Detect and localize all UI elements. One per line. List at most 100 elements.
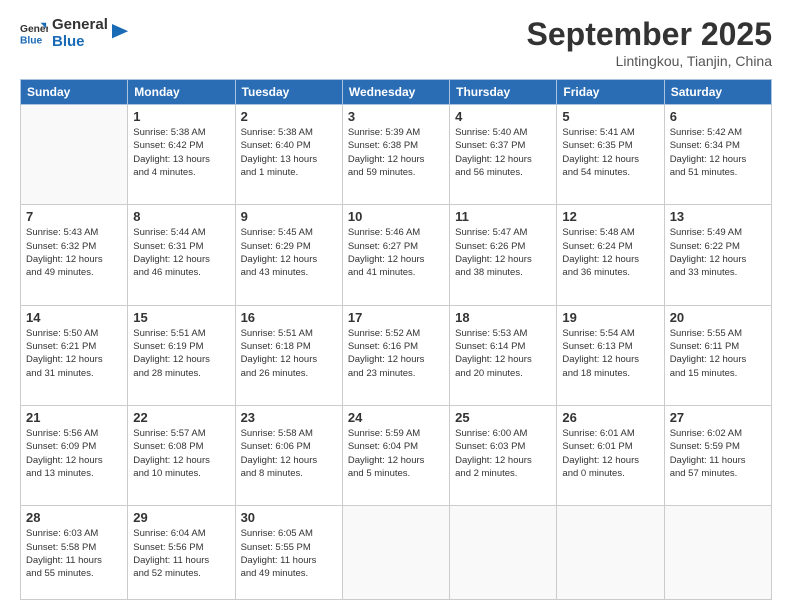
day-number: 7 <box>26 209 122 224</box>
day-number: 5 <box>562 109 658 124</box>
day-number: 23 <box>241 410 337 425</box>
day-number: 1 <box>133 109 229 124</box>
day-info: Sunrise: 5:59 AM Sunset: 6:04 PM Dayligh… <box>348 427 444 480</box>
day-info: Sunrise: 5:44 AM Sunset: 6:31 PM Dayligh… <box>133 226 229 279</box>
table-row: 11Sunrise: 5:47 AM Sunset: 6:26 PM Dayli… <box>450 205 557 305</box>
table-row: 27Sunrise: 6:02 AM Sunset: 5:59 PM Dayli… <box>664 406 771 506</box>
day-info: Sunrise: 5:38 AM Sunset: 6:40 PM Dayligh… <box>241 126 337 179</box>
page: General Blue General Blue September 2025… <box>0 0 792 612</box>
table-row: 17 Sunrise: 5:52 AM Sunset: 6:16 PM Dayli… <box>342 305 449 405</box>
day-info: Sunrise: 5:42 AM Sunset: 6:34 PM Dayligh… <box>670 126 766 179</box>
table-row: 19Sunrise: 5:54 AM Sunset: 6:13 PM Dayli… <box>557 305 664 405</box>
table-row: 10Sunrise: 5:46 AM Sunset: 6:27 PM Dayli… <box>342 205 449 305</box>
day-number: 14 <box>26 310 122 325</box>
day-number: 8 <box>133 209 229 224</box>
table-row: 3Sunrise: 5:39 AM Sunset: 6:38 PM Daylig… <box>342 105 449 205</box>
day-info: Sunrise: 5:51 AM Sunset: 6:19 PM Dayligh… <box>133 327 229 380</box>
day-number: 15 <box>133 310 229 325</box>
day-info: Sunrise: 5:52 AM Sunset: 6:16 PM Dayligh… <box>348 327 444 380</box>
table-row: 25Sunrise: 6:00 AM Sunset: 6:03 PM Dayli… <box>450 406 557 506</box>
day-number: 2 <box>241 109 337 124</box>
day-info: Sunrise: 5:40 AM Sunset: 6:37 PM Dayligh… <box>455 126 551 179</box>
day-number: 17 <box>348 310 444 325</box>
main-title: September 2025 <box>527 16 772 53</box>
table-row <box>21 105 128 205</box>
table-row: 1 Sunrise: 5:38 AM Sunset: 6:42 PM Daylig… <box>128 105 235 205</box>
day-info: Sunrise: 5:38 AM Sunset: 6:42 PM Dayligh… <box>133 126 229 179</box>
table-row: 7 Sunrise: 5:43 AM Sunset: 6:32 PM Daylig… <box>21 205 128 305</box>
table-row <box>342 506 449 600</box>
table-row: 22 Sunrise: 5:57 AM Sunset: 6:08 PM Dayli… <box>128 406 235 506</box>
day-info: Sunrise: 5:58 AM Sunset: 6:06 PM Dayligh… <box>241 427 337 480</box>
day-number: 6 <box>670 109 766 124</box>
logo-blue: Blue <box>52 33 108 50</box>
table-row: 26 Sunrise: 6:01 AM Sunset: 6:01 PM Dayli… <box>557 406 664 506</box>
day-number: 9 <box>241 209 337 224</box>
day-number: 22 <box>133 410 229 425</box>
table-row: 8 Sunrise: 5:44 AM Sunset: 6:31 PM Daylig… <box>128 205 235 305</box>
table-row: 5 Sunrise: 5:41 AM Sunset: 6:35 PM Daylig… <box>557 105 664 205</box>
day-number: 18 <box>455 310 551 325</box>
day-number: 10 <box>348 209 444 224</box>
day-info: Sunrise: 5:50 AM Sunset: 6:21 PM Dayligh… <box>26 327 122 380</box>
day-info: Sunrise: 5:51 AM Sunset: 6:18 PM Dayligh… <box>241 327 337 380</box>
day-number: 24 <box>348 410 444 425</box>
table-row <box>557 506 664 600</box>
day-info: Sunrise: 5:45 AM Sunset: 6:29 PM Dayligh… <box>241 226 337 279</box>
table-row: 23 Sunrise: 5:58 AM Sunset: 6:06 PM Dayli… <box>235 406 342 506</box>
day-info: Sunrise: 5:49 AM Sunset: 6:22 PM Dayligh… <box>670 226 766 279</box>
day-number: 29 <box>133 510 229 525</box>
day-number: 13 <box>670 209 766 224</box>
table-row: 18 Sunrise: 5:53 AM Sunset: 6:14 PM Dayli… <box>450 305 557 405</box>
table-row: 20 Sunrise: 5:55 AM Sunset: 6:11 PM Dayli… <box>664 305 771 405</box>
day-number: 11 <box>455 209 551 224</box>
day-info: Sunrise: 6:04 AM Sunset: 5:56 PM Dayligh… <box>133 527 229 580</box>
table-row <box>450 506 557 600</box>
table-row: 15 Sunrise: 5:51 AM Sunset: 6:19 PM Dayli… <box>128 305 235 405</box>
table-row: 12Sunrise: 5:48 AM Sunset: 6:24 PM Dayli… <box>557 205 664 305</box>
table-row: 29 Sunrise: 6:04 AM Sunset: 5:56 PM Dayli… <box>128 506 235 600</box>
day-info: Sunrise: 5:41 AM Sunset: 6:35 PM Dayligh… <box>562 126 658 179</box>
calendar-week-row: 28 Sunrise: 6:03 AM Sunset: 5:58 PM Dayli… <box>21 506 772 600</box>
table-row: 30Sunrise: 6:05 AM Sunset: 5:55 PM Dayli… <box>235 506 342 600</box>
day-info: Sunrise: 6:05 AM Sunset: 5:55 PM Dayligh… <box>241 527 337 580</box>
calendar-header-row: Sunday Monday Tuesday Wednesday Thursday… <box>21 80 772 105</box>
table-row: 24 Sunrise: 5:59 AM Sunset: 6:04 PM Dayli… <box>342 406 449 506</box>
day-number: 26 <box>562 410 658 425</box>
header: General Blue General Blue September 2025… <box>20 16 772 69</box>
subtitle: Lintingkou, Tianjin, China <box>527 53 772 69</box>
day-info: Sunrise: 5:43 AM Sunset: 6:32 PM Dayligh… <box>26 226 122 279</box>
calendar-table: Sunday Monday Tuesday Wednesday Thursday… <box>20 79 772 600</box>
day-info: Sunrise: 6:02 AM Sunset: 5:59 PM Dayligh… <box>670 427 766 480</box>
day-info: Sunrise: 5:56 AM Sunset: 6:09 PM Dayligh… <box>26 427 122 480</box>
day-number: 4 <box>455 109 551 124</box>
table-row: 14 Sunrise: 5:50 AM Sunset: 6:21 PM Dayli… <box>21 305 128 405</box>
table-row: 6 Sunrise: 5:42 AM Sunset: 6:34 PM Daylig… <box>664 105 771 205</box>
day-number: 28 <box>26 510 122 525</box>
table-row: 13 Sunrise: 5:49 AM Sunset: 6:22 PM Dayli… <box>664 205 771 305</box>
day-info: Sunrise: 5:55 AM Sunset: 6:11 PM Dayligh… <box>670 327 766 380</box>
day-info: Sunrise: 6:00 AM Sunset: 6:03 PM Dayligh… <box>455 427 551 480</box>
col-monday: Monday <box>128 80 235 105</box>
day-number: 21 <box>26 410 122 425</box>
day-number: 19 <box>562 310 658 325</box>
logo-general: General <box>52 16 108 33</box>
col-tuesday: Tuesday <box>235 80 342 105</box>
day-info: Sunrise: 6:03 AM Sunset: 5:58 PM Dayligh… <box>26 527 122 580</box>
col-wednesday: Wednesday <box>342 80 449 105</box>
calendar-week-row: 21 Sunrise: 5:56 AM Sunset: 6:09 PM Dayli… <box>21 406 772 506</box>
logo: General Blue General Blue <box>20 16 130 51</box>
day-info: Sunrise: 5:53 AM Sunset: 6:14 PM Dayligh… <box>455 327 551 380</box>
day-info: Sunrise: 5:39 AM Sunset: 6:38 PM Dayligh… <box>348 126 444 179</box>
calendar-week-row: 1 Sunrise: 5:38 AM Sunset: 6:42 PM Daylig… <box>21 105 772 205</box>
table-row <box>664 506 771 600</box>
table-row: 9 Sunrise: 5:45 AM Sunset: 6:29 PM Daylig… <box>235 205 342 305</box>
table-row: 21 Sunrise: 5:56 AM Sunset: 6:09 PM Dayli… <box>21 406 128 506</box>
day-number: 16 <box>241 310 337 325</box>
day-info: Sunrise: 5:57 AM Sunset: 6:08 PM Dayligh… <box>133 427 229 480</box>
calendar-week-row: 7 Sunrise: 5:43 AM Sunset: 6:32 PM Daylig… <box>21 205 772 305</box>
table-row: 16 Sunrise: 5:51 AM Sunset: 6:18 PM Dayli… <box>235 305 342 405</box>
day-info: Sunrise: 6:01 AM Sunset: 6:01 PM Dayligh… <box>562 427 658 480</box>
logo-icon: General Blue <box>20 19 48 47</box>
day-number: 20 <box>670 310 766 325</box>
